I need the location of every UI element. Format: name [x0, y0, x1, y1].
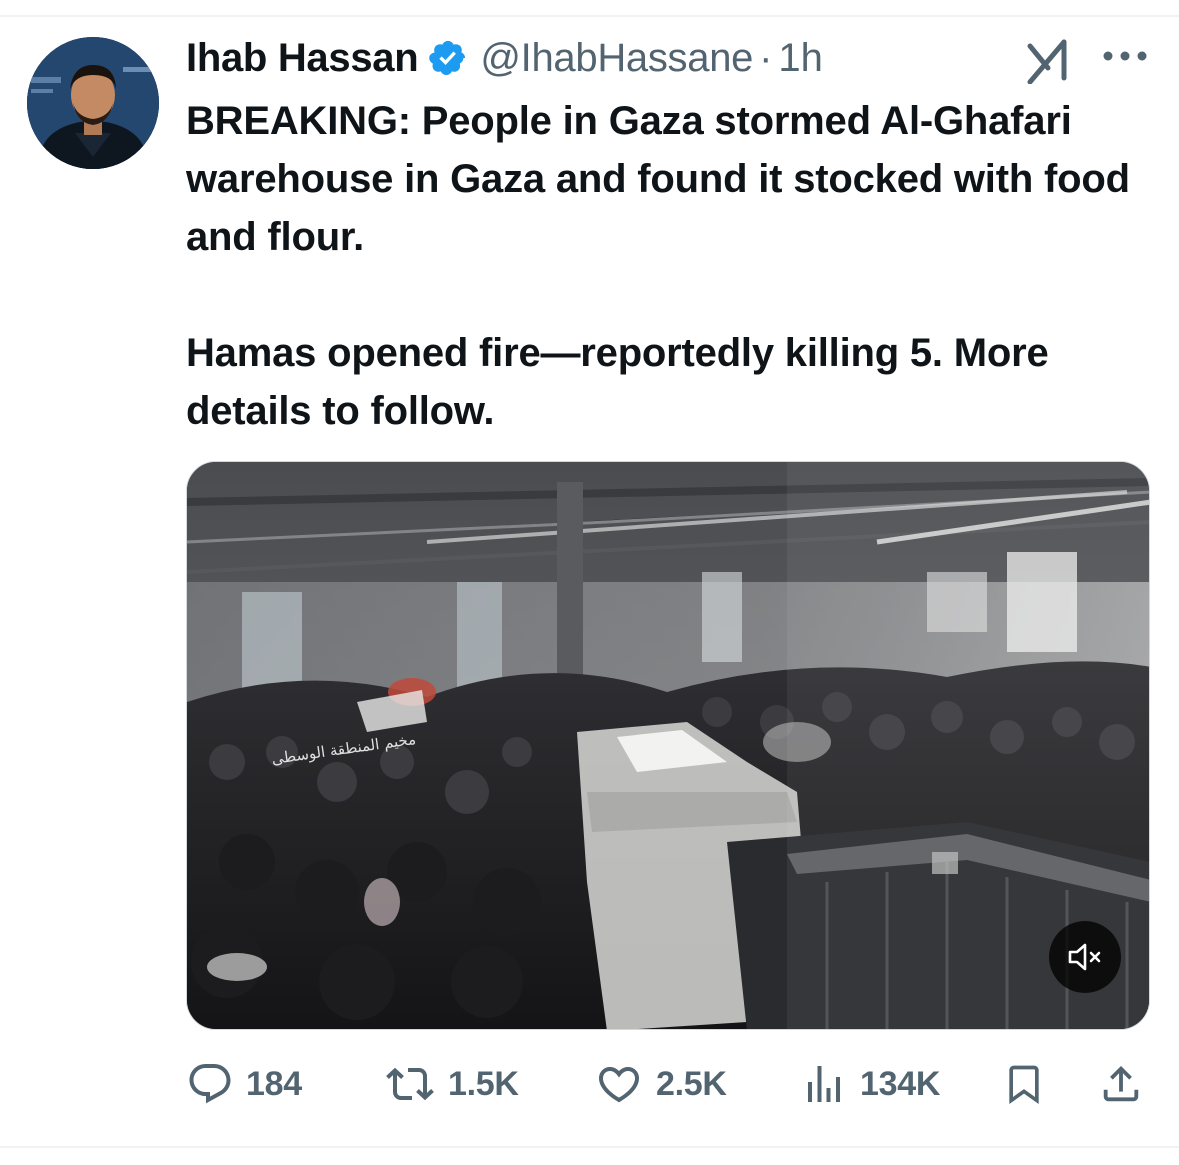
mute-button[interactable] [1049, 921, 1121, 993]
share-button[interactable] [1098, 1056, 1144, 1112]
reply-button[interactable]: 184 [186, 1056, 302, 1112]
tweet-paragraph: Hamas opened fire—reportedly killing 5. … [186, 331, 1049, 433]
bar-chart-icon [808, 1066, 840, 1102]
like-button[interactable]: 2.5K [594, 1056, 727, 1112]
heart-icon [598, 1067, 640, 1103]
speech-bubble-icon [189, 1064, 231, 1104]
tweet-text: BREAKING: People in Gaza stormed Al-Ghaf… [186, 92, 1146, 440]
separator-dot: · [759, 35, 773, 80]
share-upload-icon [1103, 1065, 1139, 1102]
views-count: 134K [860, 1064, 941, 1103]
avatar[interactable] [27, 37, 159, 169]
timestamp[interactable]: 1h [778, 36, 823, 81]
views-button[interactable]: 134K [800, 1056, 940, 1112]
video-player[interactable]: مخيم المنطقة الوسطى [186, 461, 1150, 1030]
tweet-header: Ihab Hassan @IhabHassane · 1h [186, 30, 823, 86]
repost-count: 1.5K [448, 1064, 519, 1103]
bottom-divider [0, 1146, 1179, 1148]
speaker-muted-icon [1068, 943, 1101, 971]
reply-count: 184 [246, 1064, 302, 1103]
display-name[interactable]: Ihab Hassan [186, 36, 419, 81]
grok-icon[interactable] [1026, 38, 1072, 84]
repost-button[interactable]: 1.5K [384, 1056, 519, 1112]
tweet-paragraph: BREAKING: People in Gaza stormed Al-Ghaf… [186, 99, 1130, 259]
action-bar: 184 1.5K 2.5K 134K [186, 1056, 1150, 1112]
handle[interactable]: @IhabHassane [480, 36, 753, 81]
bookmark-icon [1009, 1065, 1039, 1105]
bookmark-button[interactable] [1002, 1056, 1046, 1112]
repost-arrows-icon [386, 1067, 434, 1101]
top-divider [0, 15, 1179, 17]
verified-badge-icon [429, 40, 466, 76]
like-count: 2.5K [656, 1064, 727, 1103]
more-dots-icon[interactable] [1100, 44, 1150, 68]
